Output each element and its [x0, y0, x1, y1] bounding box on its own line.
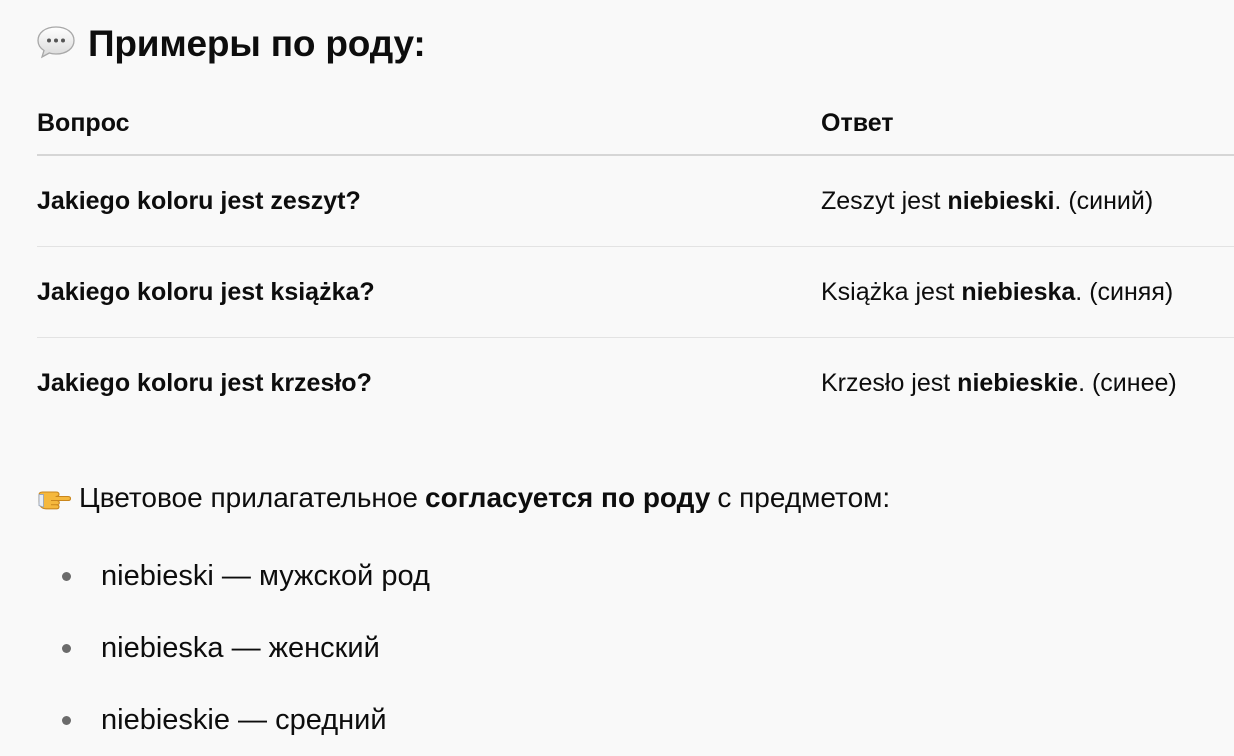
note-text-end: с предметом: [717, 482, 891, 513]
column-header-question: Вопрос [37, 109, 130, 137]
bullet [62, 715, 71, 725]
list-item: niebieski — мужской род [0, 540, 430, 612]
answer-cell: Krzesło jest niebieskie. (синее) [821, 369, 1234, 398]
table-row: Jakiego koloru jest krzesło? Krzesło jes… [37, 338, 1234, 428]
answer-adjective: niebieska [961, 277, 1076, 306]
question-cell: Jakiego koloru jest krzesło? [37, 368, 372, 397]
note-emphasis: согласуется по роду [425, 482, 711, 513]
answer-text: Książka jest [821, 277, 962, 306]
question-cell: Jakiego koloru jest zeszyt? [37, 186, 361, 215]
pointing-hand-icon [37, 486, 71, 512]
note-text: Цветовое прилагательное [79, 482, 419, 513]
list-item: niebieska — женский [0, 612, 430, 684]
answer-cell: Książka jest niebieska. (синяя) [821, 278, 1234, 307]
question-cell: Jakiego koloru jest książka? [37, 277, 375, 306]
table-header-row: Вопрос Ответ [37, 93, 1234, 156]
examples-table: Вопрос Ответ Jakiego koloru jest zeszyt?… [37, 93, 1234, 428]
answer-translation: . (синяя) [1075, 277, 1174, 306]
table-row: Jakiego koloru jest zeszyt? Zeszyt jest … [37, 156, 1234, 247]
answer-adjective: niebieskie [957, 368, 1079, 397]
heading-text: Примеры по роду: [88, 23, 426, 64]
answer-cell: Zeszyt jest niebieski. (синий) [821, 187, 1234, 216]
answer-translation: . (синее) [1078, 368, 1177, 397]
answer-adjective: niebieski [947, 186, 1055, 215]
column-header-answer: Ответ [821, 109, 894, 137]
table-row: Jakiego koloru jest książka? Książka jes… [37, 247, 1234, 338]
answer-text: Zeszyt jest [821, 186, 948, 215]
agreement-note: Цветовое прилагательное согласуется по р… [37, 474, 890, 522]
speech-bubble-icon [36, 25, 76, 59]
gender-forms-list: niebieski — мужской род niebieska — женс… [0, 540, 430, 756]
answer-translation: . (синий) [1054, 186, 1154, 215]
list-item-text: niebieska — женский [101, 631, 380, 664]
bullet [62, 643, 71, 653]
bullet [62, 571, 71, 581]
list-item-text: niebieski — мужской род [101, 559, 430, 592]
list-item-text: niebieskie — средний [101, 703, 387, 736]
list-item: niebieskie — средний [0, 684, 430, 756]
answer-text: Krzesło jest [821, 368, 958, 397]
section-heading: Примеры по роду: [36, 18, 426, 70]
